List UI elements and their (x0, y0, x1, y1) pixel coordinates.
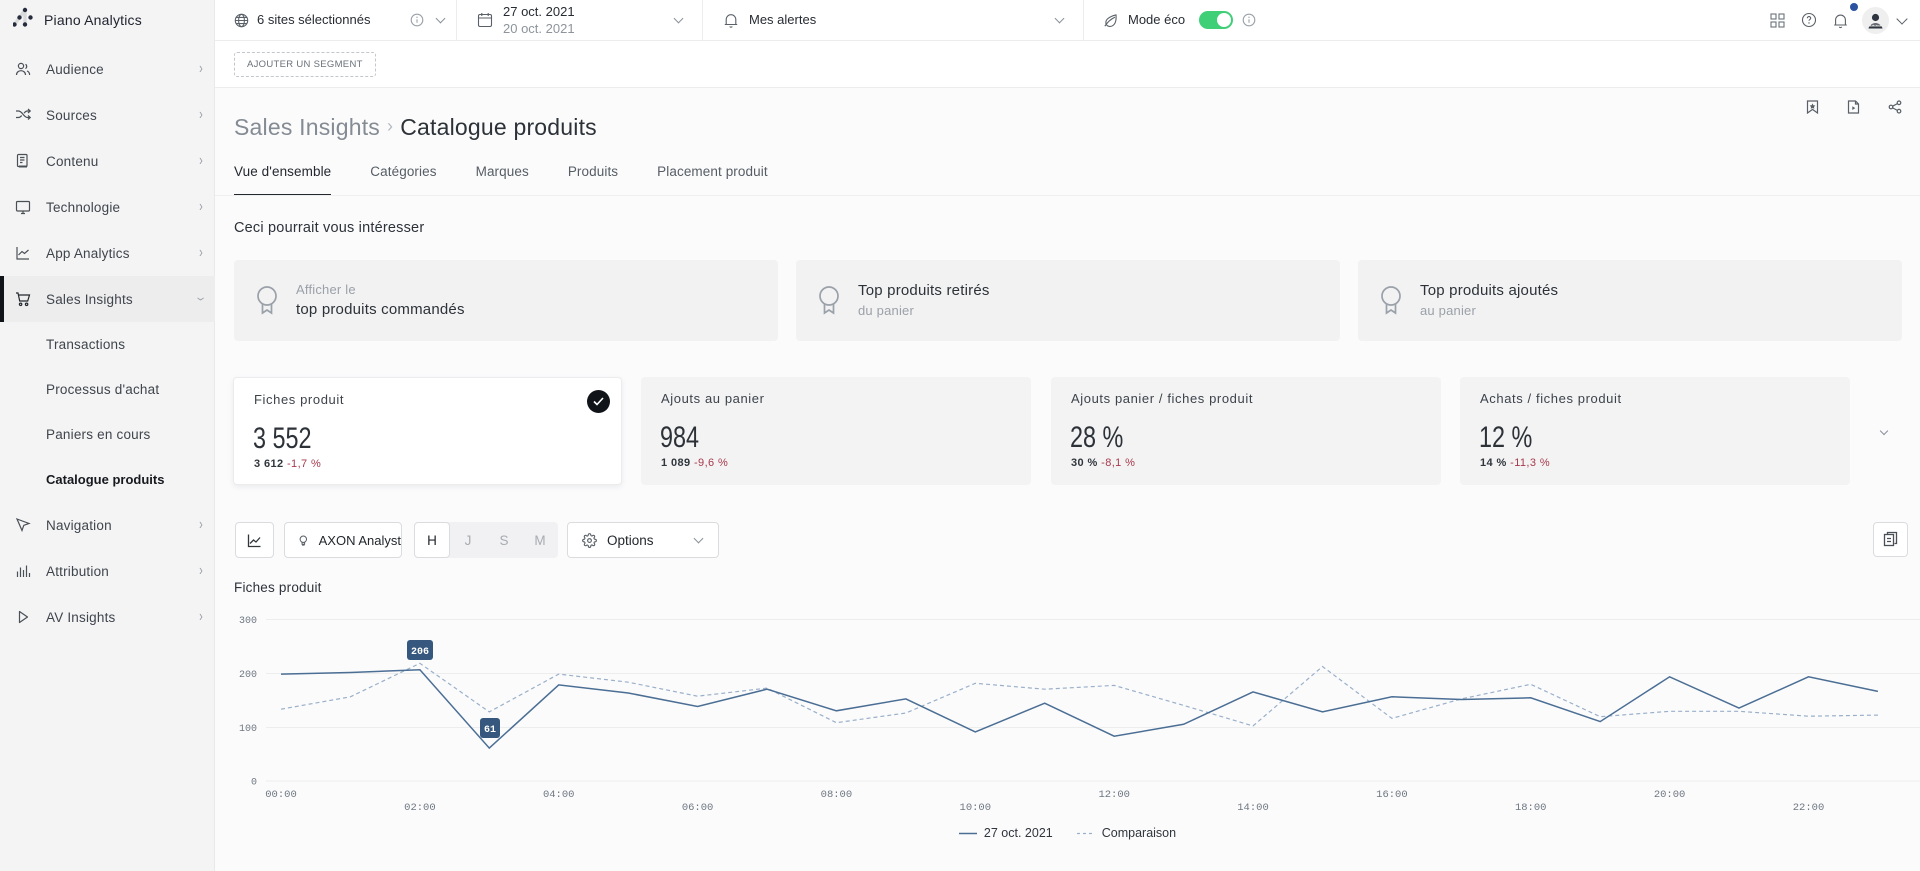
svg-text:12:00: 12:00 (1098, 789, 1130, 801)
svg-text:08:00: 08:00 (821, 789, 853, 801)
svg-text:200: 200 (239, 670, 257, 681)
svg-text:20:00: 20:00 (1654, 789, 1686, 801)
svg-text:61: 61 (484, 725, 496, 736)
svg-text:206: 206 (411, 647, 429, 658)
svg-text:10:00: 10:00 (960, 802, 992, 814)
svg-text:06:00: 06:00 (682, 802, 714, 814)
svg-text:100: 100 (239, 724, 257, 735)
svg-text:22:00: 22:00 (1793, 802, 1825, 814)
svg-text:14:00: 14:00 (1237, 802, 1269, 814)
svg-text:02:00: 02:00 (404, 802, 436, 814)
svg-text:16:00: 16:00 (1376, 789, 1408, 801)
svg-text:0: 0 (251, 778, 257, 789)
svg-text:00:00: 00:00 (265, 789, 297, 801)
svg-text:18:00: 18:00 (1515, 802, 1547, 814)
svg-text:300: 300 (239, 616, 257, 627)
svg-text:AC ACME: AC ACME (1871, 24, 1881, 27)
svg-text:04:00: 04:00 (543, 789, 575, 801)
